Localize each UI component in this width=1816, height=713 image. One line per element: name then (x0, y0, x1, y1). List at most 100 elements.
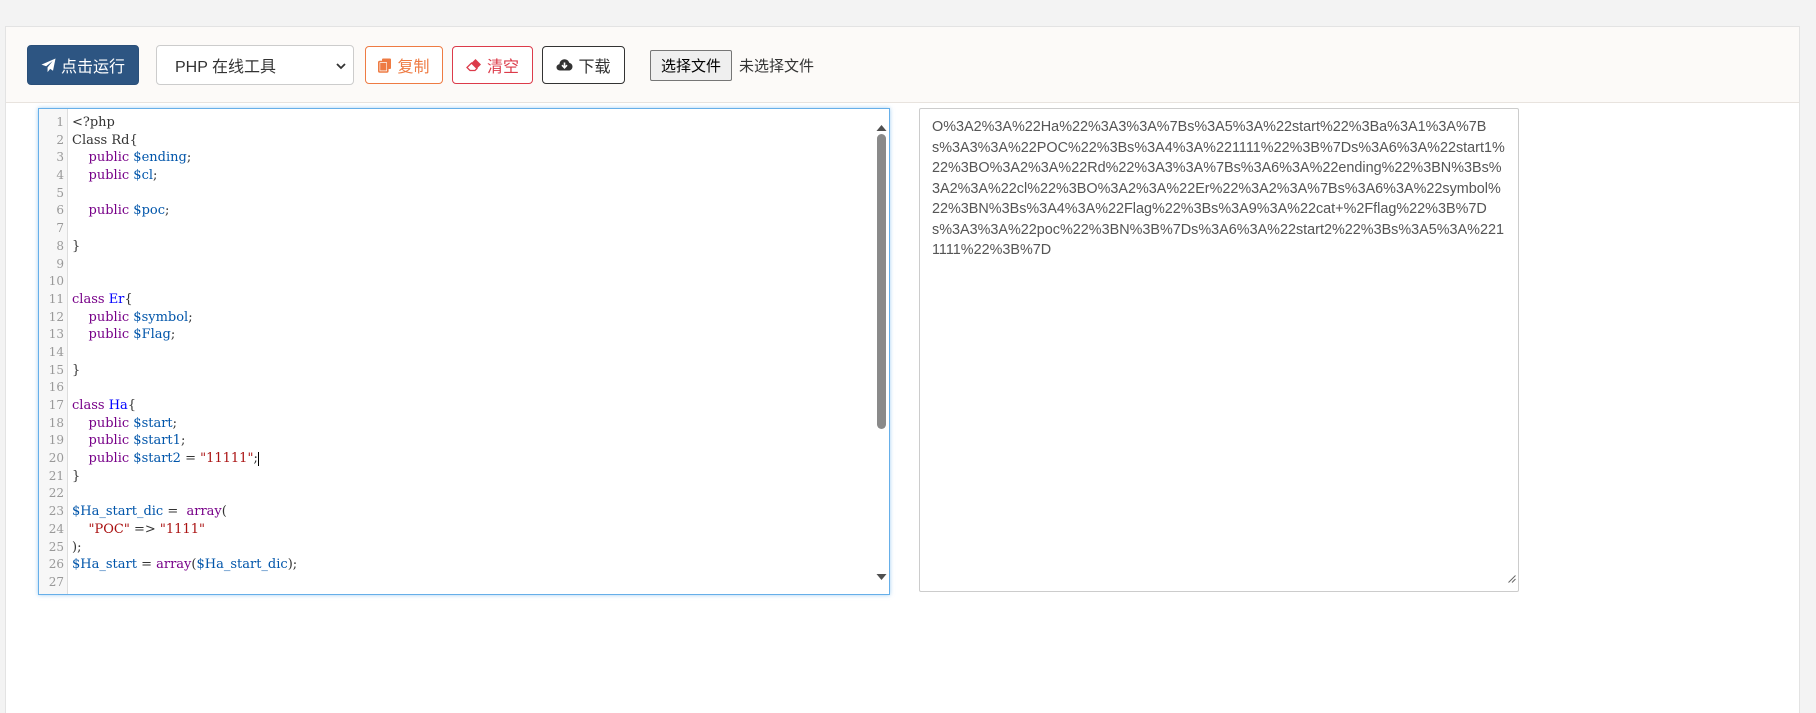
code-token: $Ha_start_dic (72, 504, 164, 520)
tool-select[interactable]: PHP 在线工具 (156, 45, 354, 85)
code-line[interactable]: 12 public $symbol; (39, 309, 869, 327)
code-token: ; (172, 415, 178, 431)
code-line[interactable]: 1 <?php (39, 114, 869, 132)
code-lines[interactable]: 1 <?php 2 Class Rd{3 public $ending; 4 publi… (39, 114, 869, 592)
line-number: 22 (48, 486, 64, 501)
code-token: ; (188, 309, 193, 325)
code-editor[interactable]: 1 <?php 2 Class Rd{3 public $ending; 4 publi… (38, 108, 890, 595)
line-number: 17 (48, 398, 64, 412)
line-number: 12 (48, 309, 64, 324)
line-number: 23 (48, 504, 64, 519)
code-token: Ha (108, 398, 128, 413)
line-number: 9 (56, 256, 64, 271)
code-token: ; (186, 150, 192, 166)
code-token: $Ha_start_dic (196, 557, 288, 573)
cloud-download-icon (556, 58, 573, 72)
code-token: ; (180, 433, 186, 449)
code-line[interactable]: 19 public $start1; (39, 432, 869, 450)
code-token: $ending (133, 150, 187, 166)
line-number: 5 (56, 185, 64, 200)
code-token: public (88, 168, 130, 184)
paper-plane-icon (41, 57, 56, 73)
code-line[interactable]: 4 public $cl; (39, 167, 869, 185)
code-line-text: public $symbol; (72, 309, 193, 327)
choose-file-button[interactable]: 选择文件 (650, 50, 732, 81)
code-line[interactable]: 21} (39, 468, 869, 486)
code-line[interactable]: 7 (39, 220, 869, 238)
code-line[interactable]: 9 (39, 256, 869, 274)
code-token: public (88, 433, 130, 449)
code-line[interactable]: 3 public $ending; (39, 149, 869, 167)
code-token: { (127, 398, 137, 413)
code-line[interactable]: 16 (39, 379, 869, 397)
code-line[interactable]: 22 (39, 485, 869, 503)
code-token: public (88, 203, 130, 219)
output-textarea[interactable]: O%3A2%3A%22Ha%22%3A3%3A%7Bs%3A5%3A%22sta… (919, 108, 1519, 592)
code-token: $symbol (133, 309, 189, 325)
code-token: array (156, 557, 192, 573)
line-number: 10 (48, 274, 64, 289)
code-line[interactable]: 25); (39, 539, 869, 557)
line-number: 3 (56, 150, 64, 165)
code-line[interactable]: 17 class Ha{ (39, 397, 869, 415)
code-line[interactable]: 27 (39, 574, 869, 592)
code-line[interactable]: 14 (39, 344, 869, 362)
line-number: 14 (48, 344, 64, 359)
code-line[interactable]: 10 (39, 273, 869, 291)
code-line[interactable]: 13 public $Flag; (39, 326, 869, 344)
code-token: = (180, 451, 201, 467)
copy-button[interactable]: 复制 (365, 46, 443, 84)
toolbar: 点击运行 PHP 在线工具 复制 清空 下载 选择文件 未选择文件 (6, 27, 1799, 103)
code-line-text: $Ha_start = array($Ha_start_dic); (72, 556, 297, 574)
code-line-text: class Er{ (72, 291, 133, 309)
clear-button[interactable]: 清空 (452, 46, 533, 84)
code-line[interactable]: 18 public $start; (39, 415, 869, 433)
text-cursor (257, 451, 259, 466)
scroll-down-arrow-icon[interactable] (876, 566, 887, 585)
line-number: 8 (56, 238, 64, 253)
code-token: $Ha_start (72, 557, 137, 573)
code-token: public (88, 415, 130, 431)
code-line-text: public $cl; (72, 167, 158, 185)
code-token: = (163, 504, 187, 520)
code-token: } (72, 362, 81, 378)
code-line[interactable]: 11 class Er{ (39, 291, 869, 309)
code-line[interactable]: 23 $Ha_start_dic = array( (39, 503, 869, 521)
code-line-text: } (72, 238, 80, 256)
line-number: 7 (56, 221, 64, 236)
code-line[interactable]: 15} (39, 362, 869, 380)
code-token: <?php (72, 115, 115, 130)
code-line[interactable]: 2 Class Rd{ (39, 132, 869, 150)
line-number: 26 (48, 557, 64, 572)
code-token: ( (221, 504, 227, 520)
code-line[interactable]: 24 "POC" => "1111" (39, 521, 869, 539)
editor-scrollbar[interactable] (874, 109, 889, 594)
run-button[interactable]: 点击运行 (27, 45, 139, 85)
copy-icon (378, 58, 392, 73)
code-token: "1111" (159, 521, 205, 537)
code-token: array (186, 504, 222, 520)
line-number: 11 (48, 291, 64, 306)
scrollbar-thumb[interactable] (877, 134, 886, 429)
download-button[interactable]: 下载 (542, 46, 625, 84)
code-line[interactable]: 26 $Ha_start = array($Ha_start_dic); (39, 556, 869, 574)
line-number: 16 (48, 380, 64, 395)
clear-button-label: 清空 (486, 59, 519, 76)
line-number: 21 (48, 468, 64, 483)
run-button-label: 点击运行 (60, 59, 125, 76)
download-button-label: 下载 (578, 59, 611, 76)
code-token: ; (153, 168, 158, 184)
code-line[interactable]: 8} (39, 238, 869, 256)
code-line[interactable]: 5 (39, 185, 869, 203)
eraser-icon (466, 58, 482, 72)
code-line[interactable]: 20 public $start2 = "11111"; (39, 450, 869, 468)
code-line-text: $Ha_start_dic = array( (72, 503, 227, 521)
resize-handle-icon[interactable] (1507, 569, 1516, 590)
code-line[interactable]: 6 public $poc; (39, 202, 869, 220)
